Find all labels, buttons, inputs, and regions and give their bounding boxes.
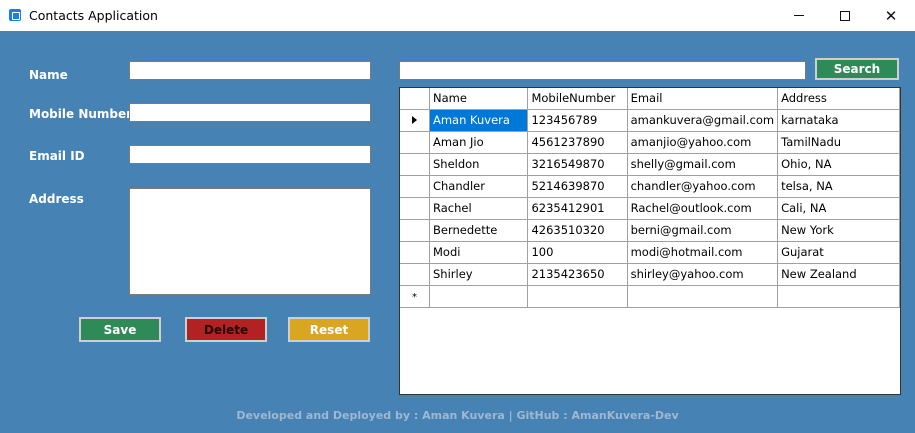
row-header[interactable] <box>400 197 430 220</box>
footer-credit: Developed and Deployed by : Aman Kuvera … <box>236 409 679 422</box>
cell-name[interactable]: Aman Jio <box>429 131 529 154</box>
new-row[interactable]: * <box>400 285 900 308</box>
main-panel: Name Mobile Number Email ID Address Sear… <box>0 31 915 433</box>
table-row[interactable]: Aman Jio 4561237890 amanjio@yahoo.com Ta… <box>400 131 900 154</box>
column-header-name[interactable]: Name <box>429 88 529 110</box>
row-header[interactable] <box>400 109 430 132</box>
search-input[interactable] <box>399 61 806 80</box>
delete-button[interactable]: Delete <box>185 317 267 342</box>
close-icon: ✕ <box>884 6 898 25</box>
cell-name[interactable]: Sheldon <box>429 153 529 176</box>
table-row[interactable]: Modi 100 modi@hotmail.com Gujarat <box>400 241 900 264</box>
column-header-email[interactable]: Email <box>627 88 779 110</box>
email-id-label: Email ID <box>29 149 85 163</box>
cell-email[interactable]: berni@gmail.com <box>627 219 779 242</box>
grid-corner-header[interactable] <box>400 88 430 110</box>
reset-button[interactable]: Reset <box>288 317 370 342</box>
row-header[interactable] <box>400 175 430 198</box>
cell-address[interactable]: telsa, NA <box>777 175 900 198</box>
cell-email[interactable]: amankuvera@gmail.com <box>627 109 779 132</box>
table-row[interactable]: Chandler 5214639870 chandler@yahoo.com t… <box>400 175 900 198</box>
cell-name[interactable] <box>429 285 529 308</box>
cell-mobile[interactable]: 123456789 <box>527 109 628 132</box>
row-header[interactable] <box>400 263 430 286</box>
row-header[interactable] <box>400 131 430 154</box>
cell-address[interactable]: Cali, NA <box>777 197 900 220</box>
cell-address[interactable] <box>777 285 900 308</box>
row-header[interactable] <box>400 219 430 242</box>
mobile-number-label: Mobile Number <box>29 107 133 121</box>
current-row-arrow-icon <box>411 116 417 124</box>
contacts-table: Name MobileNumber Email Address Aman Kuv… <box>400 88 900 308</box>
cell-email[interactable]: modi@hotmail.com <box>627 241 779 264</box>
cell-address[interactable]: New York <box>777 219 900 242</box>
cell-mobile[interactable]: 6235412901 <box>527 197 628 220</box>
cell-mobile[interactable]: 2135423650 <box>527 263 628 286</box>
cell-name[interactable]: Modi <box>429 241 529 264</box>
window-title: Contacts Application <box>29 8 158 23</box>
cell-mobile[interactable]: 4561237890 <box>527 131 628 154</box>
cell-mobile[interactable]: 4263510320 <box>527 219 628 242</box>
row-header[interactable] <box>400 153 430 176</box>
cell-address[interactable]: New Zealand <box>777 263 900 286</box>
contacts-grid[interactable]: Name MobileNumber Email Address Aman Kuv… <box>399 87 901 395</box>
save-button[interactable]: Save <box>79 317 161 342</box>
close-button[interactable]: ✕ <box>868 0 914 31</box>
table-row[interactable]: Bernedette 4263510320 berni@gmail.com Ne… <box>400 219 900 242</box>
minimize-button[interactable] <box>776 0 822 31</box>
grid-header-row: Name MobileNumber Email Address <box>400 88 900 110</box>
minimize-icon <box>794 15 804 16</box>
cell-mobile[interactable]: 100 <box>527 241 628 264</box>
new-row-icon: * <box>411 292 417 303</box>
name-label: Name <box>29 68 68 82</box>
address-input[interactable] <box>129 188 371 295</box>
search-button[interactable]: Search <box>815 58 899 80</box>
cell-email[interactable]: Rachel@outlook.com <box>627 197 779 220</box>
maximize-button[interactable] <box>822 0 868 31</box>
cell-name[interactable]: Shirley <box>429 263 529 286</box>
title-bar: Contacts Application ✕ <box>0 0 915 31</box>
cell-mobile[interactable]: 5214639870 <box>527 175 628 198</box>
cell-address[interactable]: Gujarat <box>777 241 900 264</box>
cell-address[interactable]: Ohio, NA <box>777 153 900 176</box>
row-header[interactable]: * <box>400 285 430 308</box>
maximize-icon <box>840 10 850 21</box>
address-label: Address <box>29 192 84 206</box>
cell-mobile[interactable]: 3216549870 <box>527 153 628 176</box>
cell-name[interactable]: Chandler <box>429 175 529 198</box>
cell-name[interactable]: Rachel <box>429 197 529 220</box>
table-row[interactable]: Shirley 2135423650 shirley@yahoo.com New… <box>400 263 900 286</box>
cell-mobile[interactable] <box>527 285 628 308</box>
cell-email[interactable]: shelly@gmail.com <box>627 153 779 176</box>
cell-email[interactable]: chandler@yahoo.com <box>627 175 779 198</box>
cell-address[interactable]: TamilNadu <box>777 131 900 154</box>
cell-name[interactable]: Bernedette <box>429 219 529 242</box>
cell-address[interactable]: karnataka <box>777 109 900 132</box>
column-header-mobile[interactable]: MobileNumber <box>527 88 628 110</box>
app-icon <box>9 9 21 21</box>
cell-name[interactable]: Aman Kuvera <box>429 109 529 132</box>
table-row[interactable]: Sheldon 3216549870 shelly@gmail.com Ohio… <box>400 153 900 176</box>
mobile-number-input[interactable] <box>129 103 371 122</box>
row-header[interactable] <box>400 241 430 264</box>
cell-email[interactable]: shirley@yahoo.com <box>627 263 779 286</box>
cell-email[interactable] <box>627 285 779 308</box>
name-input[interactable] <box>129 61 371 80</box>
table-row[interactable]: Rachel 6235412901 Rachel@outlook.com Cal… <box>400 197 900 220</box>
email-input[interactable] <box>129 145 371 164</box>
column-header-address[interactable]: Address <box>777 88 900 110</box>
table-row[interactable]: Aman Kuvera 123456789 amankuvera@gmail.c… <box>400 109 900 132</box>
cell-email[interactable]: amanjio@yahoo.com <box>627 131 779 154</box>
